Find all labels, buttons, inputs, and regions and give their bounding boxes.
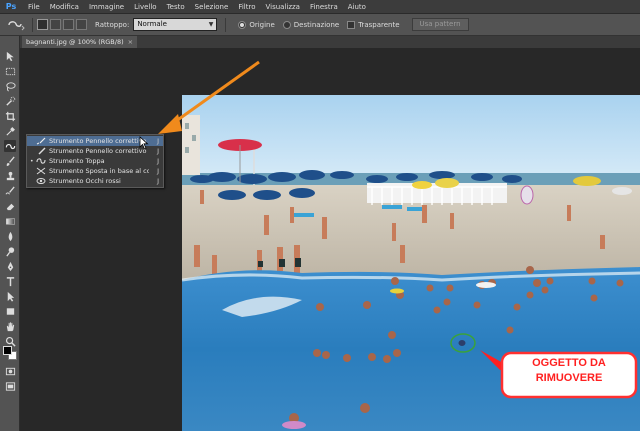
content-aware-move-icon xyxy=(36,167,46,175)
flyout-item-content-aware-move[interactable]: Strumento Sposta in base al contenuto J xyxy=(27,166,163,176)
patch-icon xyxy=(36,158,46,164)
flyout-item-patch[interactable]: • Strumento Toppa J xyxy=(27,156,163,166)
red-eye-icon xyxy=(36,178,46,184)
flyout-shortcut: J xyxy=(157,137,159,145)
flyout-shortcut: J xyxy=(157,167,159,175)
flyout-item-label: Strumento Pennello correttivo xyxy=(49,147,147,155)
foreground-color-swatch[interactable] xyxy=(3,346,12,355)
flyout-item-red-eye[interactable]: Strumento Occhi rossi J xyxy=(27,176,163,186)
flyout-bullet: • xyxy=(30,157,34,165)
flyout-shortcut: J xyxy=(157,177,159,185)
flyout-shortcut: J xyxy=(157,157,159,165)
flyout-shortcut: J xyxy=(157,147,159,155)
flyout-item-label: Strumento Occhi rossi xyxy=(49,177,121,185)
spot-healing-brush-icon xyxy=(36,137,46,145)
flyout-item-label: Strumento Toppa xyxy=(49,157,105,165)
flyout-item-label: Strumento Pennello correttivo al volo xyxy=(49,137,149,145)
annotation-arrow xyxy=(158,60,260,134)
healing-brush-icon xyxy=(38,147,46,155)
flyout-item-label: Strumento Sposta in base al contenuto xyxy=(49,167,149,175)
mouse-cursor-icon xyxy=(139,136,149,150)
